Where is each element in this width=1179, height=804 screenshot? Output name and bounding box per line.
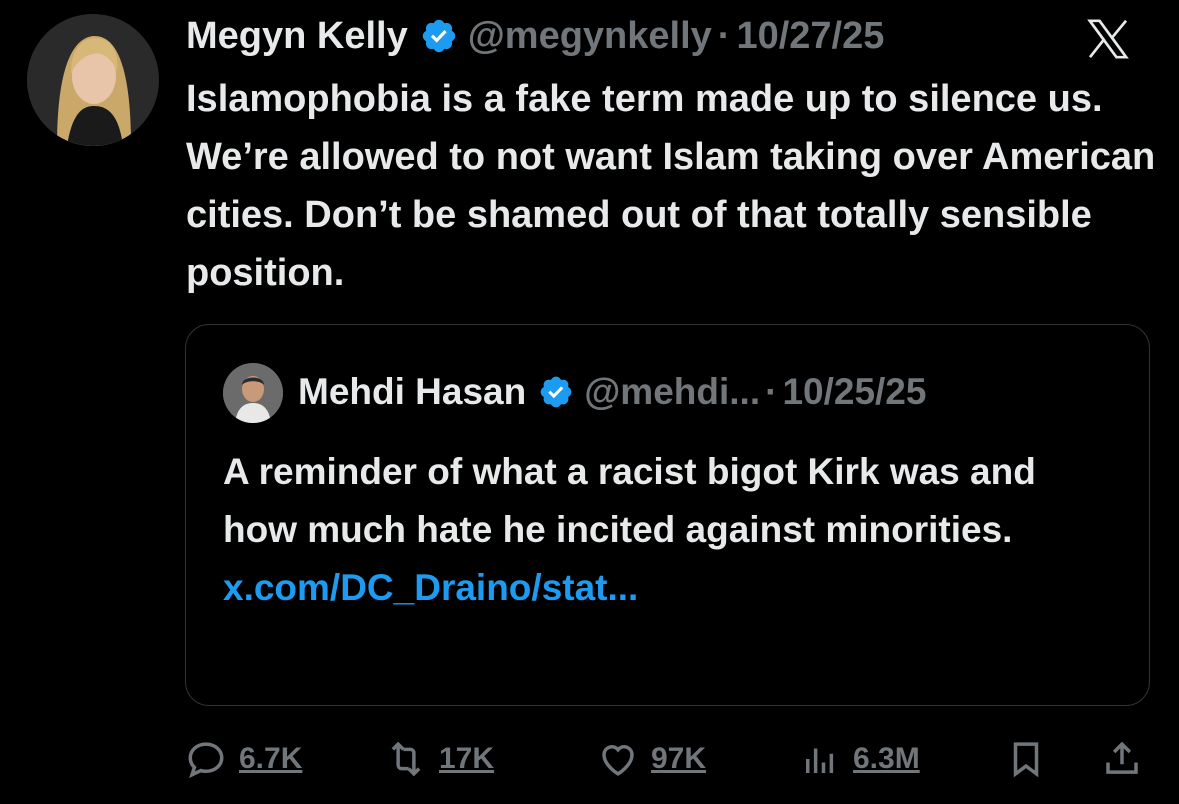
repost-button[interactable]: 17K: [385, 733, 494, 785]
reply-icon: [188, 742, 224, 779]
verified-badge-icon: [420, 17, 458, 55]
reply-count[interactable]: 6.7K: [239, 742, 302, 776]
author-avatar[interactable]: [27, 14, 159, 146]
author-name[interactable]: Megyn Kelly: [186, 15, 408, 58]
author-avatar-image: [27, 14, 159, 146]
quote-author-avatar[interactable]: [223, 363, 283, 423]
quote-author-handle[interactable]: @mehdi...: [584, 371, 760, 413]
like-count[interactable]: 97K: [651, 742, 706, 776]
like-button[interactable]: 97K: [597, 733, 706, 785]
separator: ·: [717, 14, 731, 57]
bookmark-icon: [1013, 742, 1039, 778]
quote-author-avatar-image: [223, 363, 283, 423]
action-bar: 6.7K 17K 97K 6.3M: [185, 733, 1150, 785]
separator: ·: [765, 371, 778, 412]
bookmark-button[interactable]: [1005, 733, 1047, 785]
repost-icon: [391, 741, 421, 777]
tweet-header: Megyn Kelly @megynkelly · 10/27/25: [186, 12, 884, 60]
verified-badge-icon: [538, 374, 574, 410]
quote-link[interactable]: x.com/DC_Draino/​stat...: [223, 567, 638, 608]
reply-button[interactable]: 6.7K: [185, 733, 302, 785]
share-icon: [1106, 741, 1138, 774]
views-icon: [806, 748, 834, 773]
author-handle[interactable]: @megynkelly: [468, 15, 712, 58]
share-button[interactable]: [1101, 733, 1143, 785]
views-button[interactable]: 6.3M: [799, 733, 920, 785]
quote-date[interactable]: 10/25/25: [782, 371, 926, 413]
quote-header: Mehdi Hasan @mehdi... · 10/25/25: [298, 367, 926, 417]
like-icon: [602, 745, 634, 776]
quote-text: A reminder of what a racist bigot Kirk w…: [223, 443, 1103, 617]
quote-author-name[interactable]: Mehdi Hasan: [298, 371, 526, 413]
x-logo-icon: [1083, 16, 1133, 62]
repost-count[interactable]: 17K: [439, 742, 494, 776]
tweet-date[interactable]: 10/27/25: [736, 15, 884, 58]
quote-body-text: A reminder of what a racist bigot Kirk w…: [223, 451, 1036, 550]
quote-tweet[interactable]: Mehdi Hasan @mehdi... · 10/25/25 A remin…: [185, 324, 1150, 706]
views-count[interactable]: 6.3M: [853, 742, 920, 776]
tweet-text: Islamophobia is a fake term made up to s…: [186, 78, 1156, 294]
